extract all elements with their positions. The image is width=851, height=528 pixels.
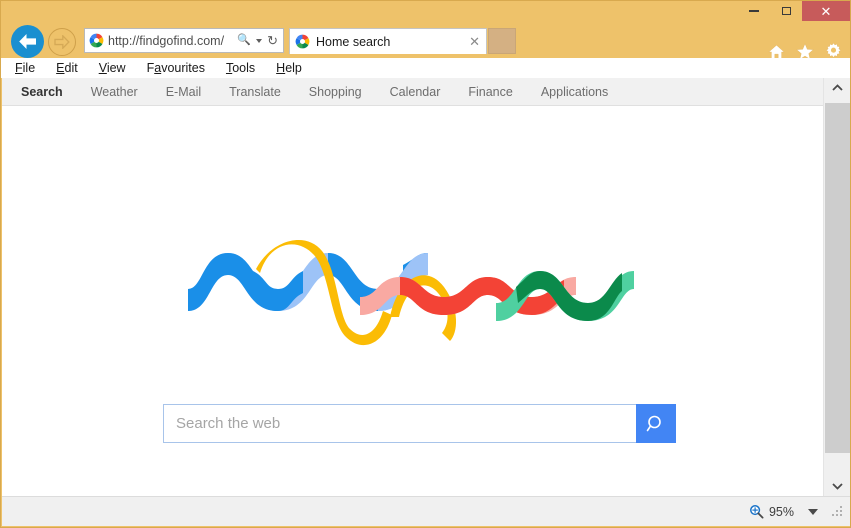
chevron-down-icon: [831, 483, 843, 490]
site-nav-item-translate[interactable]: Translate: [229, 85, 281, 99]
address-url-text: http://findgofind.com/: [108, 33, 225, 48]
address-dropdown-icon[interactable]: [256, 38, 263, 43]
address-search-icon[interactable]: 🔍: [235, 35, 253, 46]
zoom-dropdown-icon[interactable]: [808, 508, 818, 515]
menu-item-view[interactable]: View: [99, 61, 126, 75]
window-controls: ✕: [738, 1, 850, 21]
search-input[interactable]: [163, 404, 636, 443]
status-bar: 95%: [2, 496, 850, 526]
menu-item-file[interactable]: File: [15, 61, 35, 75]
search-submit-button[interactable]: [636, 404, 676, 443]
site-nav-item-calendar[interactable]: Calendar: [390, 85, 441, 99]
site-nav-item-search[interactable]: Search: [21, 85, 63, 99]
forward-button[interactable]: [48, 28, 76, 56]
close-window-button[interactable]: ✕: [802, 1, 850, 21]
scroll-down-button[interactable]: [824, 476, 850, 496]
navigation-toolbar: http://findgofind.com/ 🔍 ↻ Home search ✕: [1, 21, 850, 60]
new-tab-button[interactable]: [488, 28, 516, 54]
title-bar: ✕: [1, 1, 850, 21]
site-nav-item-finance[interactable]: Finance: [468, 85, 512, 99]
search-magnifier-icon: [646, 415, 661, 431]
page-scrollbar[interactable]: [823, 78, 850, 496]
logo-wave-green: [495, 271, 634, 321]
zoom-level-label: 95%: [768, 504, 794, 519]
tab-pinwheel-favicon-icon: [295, 34, 310, 49]
menu-item-edit[interactable]: Edit: [56, 61, 78, 75]
findgofind-wave-logo: [187, 239, 634, 346]
search-box: [163, 404, 676, 443]
menu-item-help[interactable]: Help: [276, 61, 302, 75]
pinwheel-favicon-icon: [89, 33, 104, 48]
back-arrow-icon: [19, 34, 36, 49]
browser-tab[interactable]: Home search ✕: [289, 28, 487, 54]
resize-grip[interactable]: [832, 505, 844, 518]
browser-window: ✕ http://findgofind.com/ 🔍 ↻ Home search…: [0, 0, 851, 528]
maximize-button[interactable]: [770, 1, 802, 21]
chevron-up-icon: [831, 84, 843, 91]
tab-close-icon[interactable]: ✕: [469, 35, 480, 48]
tab-title: Home search: [316, 34, 391, 49]
menu-item-tools[interactable]: Tools: [226, 61, 255, 75]
forward-arrow-icon: [54, 35, 70, 49]
maximize-icon: [781, 7, 791, 15]
zoom-magnifier-icon: [750, 505, 764, 519]
scroll-up-button[interactable]: [824, 78, 850, 98]
logo-container: [2, 237, 823, 354]
back-button[interactable]: [11, 25, 44, 58]
site-navigation: Search Weather E-Mail Translate Shopping…: [2, 78, 823, 106]
minimize-icon: [749, 10, 759, 12]
refresh-icon[interactable]: ↻: [265, 34, 280, 47]
site-nav-item-weather[interactable]: Weather: [91, 85, 138, 99]
menu-bar: File Edit View Favourites Tools Help: [1, 58, 850, 78]
site-content: © 2017 ShareApp About Chrome Unistall Pr…: [2, 107, 823, 496]
scrollbar-thumb[interactable]: [825, 103, 850, 453]
menu-item-favourites[interactable]: Favourites: [147, 61, 205, 75]
address-bar[interactable]: http://findgofind.com/ 🔍 ↻: [84, 28, 284, 53]
page-viewport: Search Weather E-Mail Translate Shopping…: [2, 78, 850, 496]
zoom-control[interactable]: 95%: [749, 504, 794, 519]
site-nav-item-applications[interactable]: Applications: [541, 85, 608, 99]
site-nav-item-email[interactable]: E-Mail: [166, 85, 201, 99]
site-nav-item-shopping[interactable]: Shopping: [309, 85, 362, 99]
